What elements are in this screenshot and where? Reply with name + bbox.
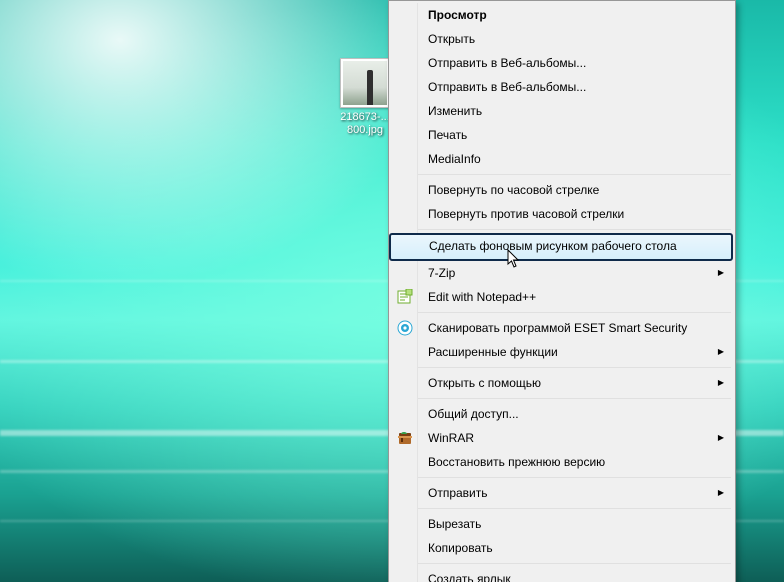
eset-icon	[397, 320, 413, 336]
menu-item-mediainfo[interactable]: MediaInfo	[391, 147, 733, 171]
notepadpp-icon	[397, 289, 413, 305]
menu-item-create-shortcut[interactable]: Создать ярлык	[391, 567, 733, 582]
menu-item-eset-advanced[interactable]: Расширенные функции	[391, 340, 733, 364]
menu-separator	[418, 398, 731, 399]
menu-item-rotate-cw[interactable]: Повернуть по часовой стрелке	[391, 178, 733, 202]
menu-item-print[interactable]: Печать	[391, 123, 733, 147]
menu-item-open-with[interactable]: Открыть с помощью	[391, 371, 733, 395]
menu-item-eset-scan[interactable]: Сканировать программой ESET Smart Securi…	[391, 316, 733, 340]
menu-separator	[418, 174, 731, 175]
menu-item-cut[interactable]: Вырезать	[391, 512, 733, 536]
menu-item-open[interactable]: Открыть	[391, 27, 733, 51]
menu-item-set-wallpaper[interactable]: Сделать фоновым рисунком рабочего стола	[389, 233, 733, 261]
menu-separator	[418, 312, 731, 313]
menu-item-restore-previous[interactable]: Восстановить прежнюю версию	[391, 450, 733, 474]
menu-item-view[interactable]: Просмотр	[391, 3, 733, 27]
menu-item-send-web-albums-2[interactable]: Отправить в Веб-альбомы...	[391, 75, 733, 99]
image-thumbnail	[340, 58, 390, 108]
menu-item-sharing[interactable]: Общий доступ...	[391, 402, 733, 426]
winrar-icon	[397, 430, 413, 446]
menu-item-send-web-albums-1[interactable]: Отправить в Веб-альбомы...	[391, 51, 733, 75]
menu-item-copy[interactable]: Копировать	[391, 536, 733, 560]
menu-item-rotate-ccw[interactable]: Повернуть против часовой стрелки	[391, 202, 733, 226]
menu-separator	[418, 477, 731, 478]
menu-item-notepadpp[interactable]: Edit with Notepad++	[391, 285, 733, 309]
menu-item-winrar[interactable]: WinRAR	[391, 426, 733, 450]
menu-item-send-to[interactable]: Отправить	[391, 481, 733, 505]
context-menu: Просмотр Открыть Отправить в Веб-альбомы…	[388, 0, 736, 582]
menu-separator	[418, 367, 731, 368]
menu-separator	[418, 229, 731, 230]
menu-separator	[418, 508, 731, 509]
menu-separator	[418, 563, 731, 564]
menu-item-edit[interactable]: Изменить	[391, 99, 733, 123]
menu-item-7zip[interactable]: 7-Zip	[391, 261, 733, 285]
